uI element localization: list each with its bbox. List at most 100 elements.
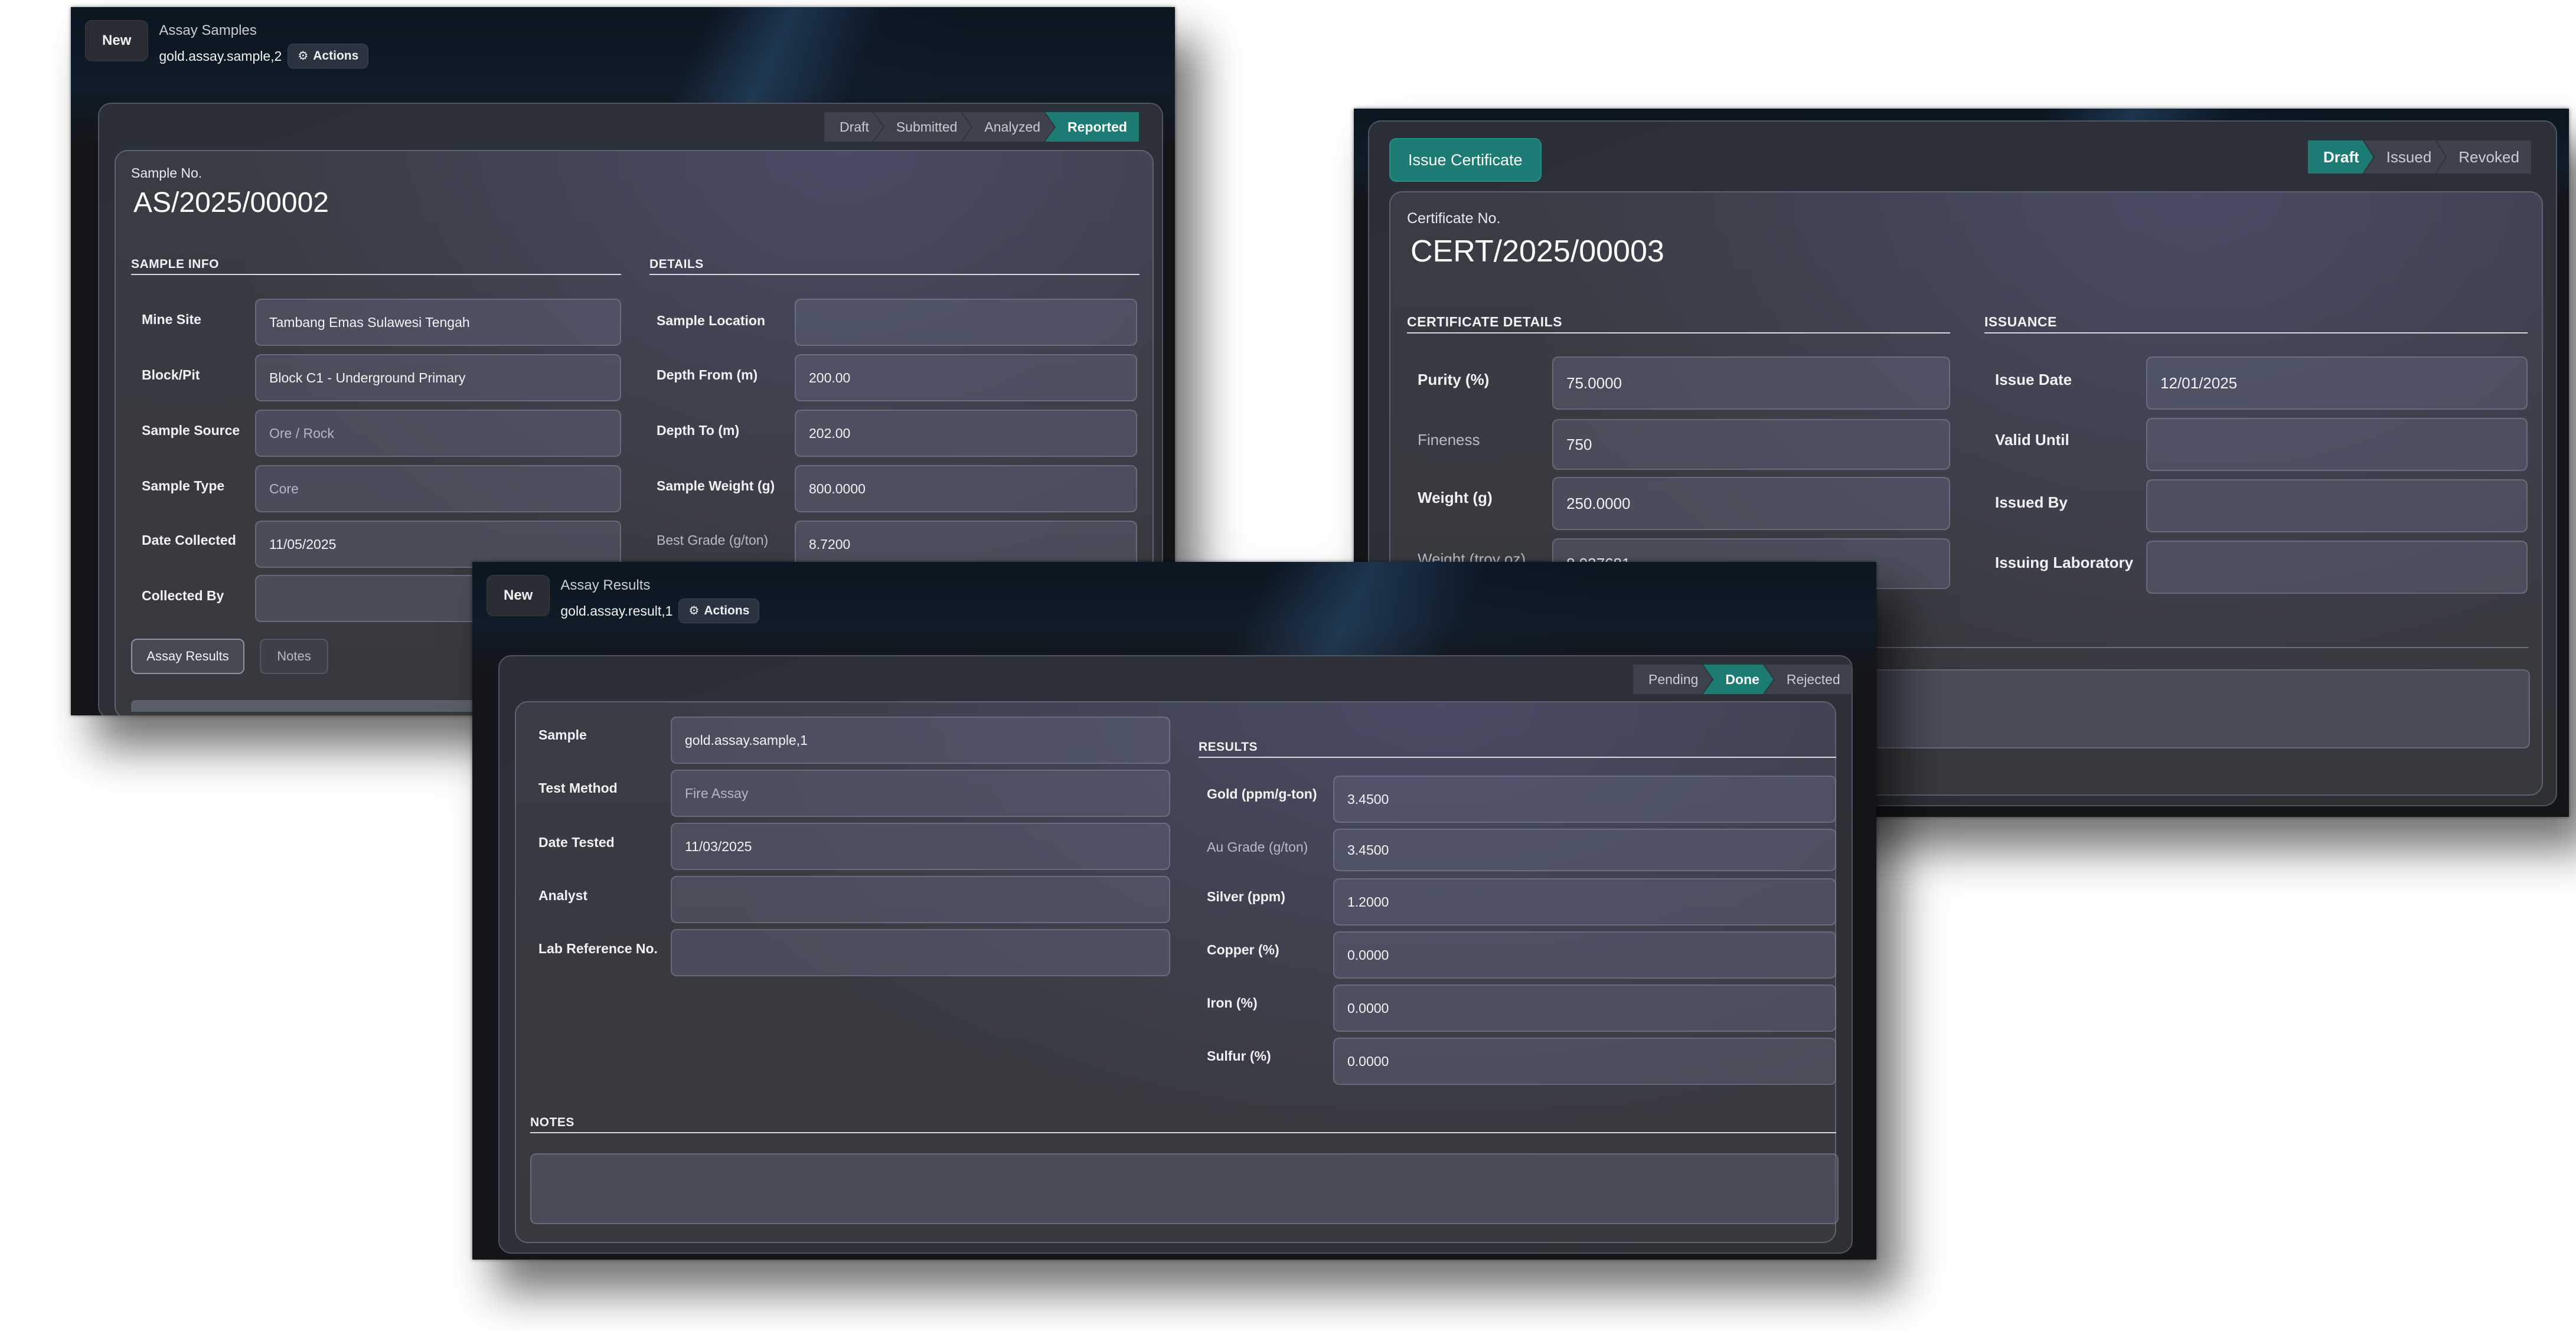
copper-field[interactable]: 0.0000 xyxy=(1333,931,1836,979)
depth-to-label: Depth To (m) xyxy=(657,423,740,438)
depth-from-label: Depth From (m) xyxy=(657,367,758,382)
gear-icon: ⚙ xyxy=(298,50,309,63)
status-pending[interactable]: Pending xyxy=(1633,665,1712,694)
status-revoked[interactable]: Revoked xyxy=(2436,140,2531,174)
status-analyzed[interactable]: Analyzed xyxy=(962,112,1054,142)
record-name: gold.assay.sample,2 xyxy=(159,48,282,64)
fineness-label: Fineness xyxy=(1418,431,1480,449)
block-pit-label: Block/Pit xyxy=(142,367,200,382)
sample-no: AS/2025/00002 xyxy=(133,187,329,218)
block-pit-field[interactable]: Block C1 - Underground Primary xyxy=(255,354,621,401)
actions-button[interactable]: ⚙ Actions xyxy=(678,599,760,623)
au-grade-field: 3.4500 xyxy=(1333,829,1836,871)
new-button[interactable]: New xyxy=(85,20,149,61)
sample-weight-field[interactable]: 800.0000 xyxy=(795,465,1137,512)
depth-from-field[interactable]: 200.00 xyxy=(795,354,1137,401)
sample-location-label: Sample Location xyxy=(657,313,766,328)
issued-by-field[interactable] xyxy=(2146,479,2528,532)
test-method-field[interactable]: Fire Assay xyxy=(671,770,1170,817)
breadcrumb-title[interactable]: Assay Results xyxy=(560,577,759,594)
copper-label: Copper (%) xyxy=(1207,942,1279,957)
status-bar: Draft Issued Revoked xyxy=(2308,140,2531,174)
date-tested-field[interactable]: 11/03/2025 xyxy=(671,823,1170,870)
tab-notes[interactable]: Notes xyxy=(260,639,328,674)
status-issued[interactable]: Issued xyxy=(2364,140,2446,174)
gold-label: Gold (ppm/g-ton) xyxy=(1207,786,1317,802)
status-rejected[interactable]: Rejected xyxy=(1764,665,1852,694)
section-sample-info: SAMPLE INFO xyxy=(131,257,621,275)
topbar: New Assay Samples gold.assay.sample,2 ⚙ … xyxy=(85,20,369,68)
sample-type-label: Sample Type xyxy=(142,478,225,493)
silver-label: Silver (ppm) xyxy=(1207,889,1285,904)
purity-field[interactable]: 75.0000 xyxy=(1552,357,1950,410)
section-results: RESULTS xyxy=(1199,740,1836,758)
status-reported[interactable]: Reported xyxy=(1045,112,1139,142)
actions-label: Actions xyxy=(704,604,750,617)
gear-icon: ⚙ xyxy=(688,604,700,617)
best-grade-field: 8.7200 xyxy=(795,521,1137,568)
purity-label: Purity (%) xyxy=(1418,371,1490,388)
gold-field[interactable]: 3.4500 xyxy=(1333,776,1836,823)
silver-field[interactable]: 1.2000 xyxy=(1333,878,1836,926)
assay-results-window: New Assay Results gold.assay.result,1 ⚙ … xyxy=(472,562,1876,1260)
status-draft[interactable]: Draft xyxy=(2308,140,2373,174)
section-notes: NOTES xyxy=(530,1116,1836,1133)
status-bar: Pending Done Rejected xyxy=(1633,665,1852,694)
weight-g-label: Weight (g) xyxy=(1418,489,1493,506)
actions-button[interactable]: ⚙ Actions xyxy=(288,44,369,68)
date-collected-label: Date Collected xyxy=(142,532,236,548)
issued-by-label: Issued By xyxy=(1995,493,2068,511)
status-submitted[interactable]: Submitted xyxy=(874,112,972,142)
analyst-field[interactable] xyxy=(671,876,1170,923)
section-details: DETAILS xyxy=(649,257,1140,275)
valid-until-field[interactable] xyxy=(2146,418,2528,471)
au-grade-label: Au Grade (g/ton) xyxy=(1207,839,1308,855)
test-method-label: Test Method xyxy=(538,780,618,796)
issuing-laboratory-label: Issuing Laboratory xyxy=(1995,554,2134,571)
date-collected-field[interactable]: 11/05/2025 xyxy=(255,521,621,568)
sample-type-field[interactable]: Core xyxy=(255,465,621,512)
mine-site-field[interactable]: Tambang Emas Sulawesi Tengah xyxy=(255,299,621,346)
certificate-no: CERT/2025/00003 xyxy=(1411,234,1664,269)
topbar: New Assay Results gold.assay.result,1 ⚙ … xyxy=(487,575,760,623)
section-issuance: ISSUANCE xyxy=(1984,314,2528,333)
certificate-no-label: Certificate No. xyxy=(1407,210,1501,227)
lab-reference-label: Lab Reference No. xyxy=(538,941,658,956)
breadcrumb-title[interactable]: Assay Samples xyxy=(159,22,368,39)
record-name: gold.assay.result,1 xyxy=(560,603,673,619)
issue-date-label: Issue Date xyxy=(1995,371,2072,388)
iron-field[interactable]: 0.0000 xyxy=(1333,985,1836,1032)
section-certificate-details: CERTIFICATE DETAILS xyxy=(1407,314,1950,333)
depth-to-field[interactable]: 202.00 xyxy=(795,410,1137,457)
issue-certificate-button[interactable]: Issue Certificate xyxy=(1389,138,1542,182)
status-done[interactable]: Done xyxy=(1703,665,1774,694)
sample-weight-label: Sample Weight (g) xyxy=(657,478,775,493)
lab-reference-field[interactable] xyxy=(671,929,1170,976)
actions-label: Actions xyxy=(313,49,359,63)
breadcrumb: Assay Samples gold.assay.sample,2 ⚙ Acti… xyxy=(159,20,369,68)
collected-by-label: Collected By xyxy=(142,588,224,603)
sample-field[interactable]: gold.assay.sample,1 xyxy=(671,717,1170,764)
issuing-laboratory-field[interactable] xyxy=(2146,541,2528,594)
iron-label: Iron (%) xyxy=(1207,995,1258,1010)
sample-location-field[interactable] xyxy=(795,299,1137,346)
status-draft[interactable]: Draft xyxy=(824,112,883,142)
form-card: Sample gold.assay.sample,1 Test Method F… xyxy=(515,701,1839,1243)
valid-until-label: Valid Until xyxy=(1995,431,2069,449)
date-tested-label: Date Tested xyxy=(538,835,615,850)
sulfur-label: Sulfur (%) xyxy=(1207,1048,1271,1064)
mine-site-label: Mine Site xyxy=(142,312,201,327)
best-grade-label: Best Grade (g/ton) xyxy=(657,532,769,548)
issue-date-field[interactable]: 12/01/2025 xyxy=(2146,357,2528,410)
status-bar: Draft Submitted Analyzed Reported xyxy=(824,112,1139,142)
breadcrumb: Assay Results gold.assay.result,1 ⚙ Acti… xyxy=(560,575,760,623)
sulfur-field[interactable]: 0.0000 xyxy=(1333,1038,1836,1085)
sample-no-label: Sample No. xyxy=(131,165,203,181)
sample-source-field[interactable]: Ore / Rock xyxy=(255,410,621,457)
sample-label: Sample xyxy=(538,727,587,743)
tab-assay-results[interactable]: Assay Results xyxy=(131,639,244,674)
weight-g-field[interactable]: 250.0000 xyxy=(1552,477,1950,530)
notes-field[interactable] xyxy=(530,1153,1839,1224)
sample-source-label: Sample Source xyxy=(142,423,240,438)
new-button[interactable]: New xyxy=(487,575,550,616)
